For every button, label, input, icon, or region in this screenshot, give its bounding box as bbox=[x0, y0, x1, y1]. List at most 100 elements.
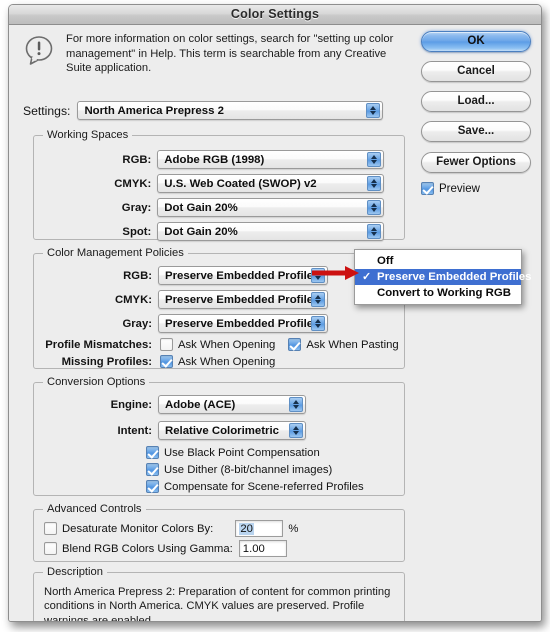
settings-popup[interactable]: North America Prepress 2 bbox=[77, 101, 384, 120]
black-point-compensation-row[interactable]: Use Black Point Compensation bbox=[146, 446, 320, 459]
scene-referred-checkbox[interactable] bbox=[146, 480, 159, 493]
ok-button[interactable]: OK bbox=[421, 31, 531, 52]
advanced-controls-legend: Advanced Controls bbox=[43, 503, 146, 515]
color-settings-dialog: Color Settings For more information on c… bbox=[8, 4, 542, 622]
updown-arrows-icon bbox=[289, 423, 303, 438]
cmp-cmyk-popup[interactable]: Preserve Embedded Profiles bbox=[158, 290, 328, 309]
working-spaces-row-gray: Gray: Dot Gain 20% bbox=[34, 198, 384, 217]
cmp-rgb-popup[interactable]: Preserve Embedded Profiles bbox=[158, 266, 328, 285]
use-dither-row[interactable]: Use Dither (8-bit/channel images) bbox=[146, 463, 332, 476]
settings-popup-value: North America Prepress 2 bbox=[84, 104, 224, 117]
annotation-arrow-icon bbox=[312, 266, 359, 280]
cancel-button[interactable]: Cancel bbox=[421, 61, 531, 82]
ws-cmyk-value: U.S. Web Coated (SWOP) v2 bbox=[164, 177, 317, 190]
intent-value: Relative Colorimetric bbox=[165, 424, 279, 437]
cmp-gray-popup[interactable]: Preserve Embedded Profiles bbox=[158, 314, 328, 333]
save-button[interactable]: Save... bbox=[421, 121, 531, 142]
description-text: North America Prepress 2: Preparation of… bbox=[44, 586, 391, 622]
blend-gamma-value: 1.00 bbox=[242, 542, 265, 555]
working-spaces-row-cmyk: CMYK: U.S. Web Coated (SWOP) v2 bbox=[34, 174, 384, 193]
use-dither-label: Use Dither (8-bit/channel images) bbox=[164, 463, 333, 476]
black-point-compensation-checkbox[interactable] bbox=[146, 446, 159, 459]
cmp-rgb-label: RGB: bbox=[123, 269, 152, 282]
ws-spot-popup[interactable]: Dot Gain 20% bbox=[157, 222, 384, 241]
cmp-legend: Color Management Policies bbox=[43, 247, 188, 259]
ws-cmyk-label: CMYK: bbox=[114, 177, 152, 190]
cmp-cmyk-value: Preserve Embedded Profiles bbox=[165, 293, 320, 306]
intent-popup[interactable]: Relative Colorimetric bbox=[158, 421, 306, 440]
rgb-policy-popup-menu[interactable]: Off ✓ Preserve Embedded Profiles Convert… bbox=[354, 249, 531, 305]
working-spaces-row-rgb: RGB: Adobe RGB (1998) bbox=[34, 150, 384, 169]
cmp-gray-label: Gray: bbox=[122, 317, 152, 330]
conversion-options-group: Conversion Options Engine: Adobe (ACE) I… bbox=[33, 376, 405, 496]
preview-checkbox-row[interactable]: Preview bbox=[421, 182, 533, 195]
working-spaces-group: Working Spaces RGB: Adobe RGB (1998) CMY… bbox=[33, 129, 405, 241]
menu-item-off[interactable]: Off bbox=[355, 253, 521, 269]
desaturate-label: Desaturate Monitor Colors By: bbox=[62, 522, 214, 535]
updown-arrows-icon bbox=[311, 316, 325, 331]
cmp-gray-value: Preserve Embedded Profiles bbox=[165, 317, 320, 330]
intent-label: Intent: bbox=[117, 424, 152, 437]
fewer-options-button[interactable]: Fewer Options bbox=[421, 152, 531, 173]
dialog-button-column: OK Cancel Load... Save... Fewer Options … bbox=[421, 31, 533, 195]
desaturate-input[interactable]: 20 bbox=[235, 520, 284, 537]
engine-row: Engine: Adobe (ACE) bbox=[34, 395, 306, 414]
ws-gray-label: Gray: bbox=[121, 201, 152, 214]
updown-arrows-icon bbox=[367, 200, 381, 215]
profile-mismatches-label: Profile Mismatches: bbox=[45, 338, 152, 351]
blend-gamma-row: Blend RGB Colors Using Gamma: 1.00 bbox=[44, 540, 287, 557]
preview-checkbox[interactable] bbox=[421, 182, 434, 195]
updown-arrows-icon bbox=[367, 176, 381, 191]
updown-arrows-icon bbox=[311, 292, 325, 307]
engine-label: Engine: bbox=[110, 398, 152, 411]
blend-gamma-checkbox[interactable] bbox=[44, 542, 57, 555]
updown-arrows-icon bbox=[367, 152, 381, 167]
cmp-row-cmyk: CMYK: Preserve Embedded Profiles bbox=[34, 290, 328, 309]
pm-ask-opening-label: Ask When Opening bbox=[178, 338, 276, 351]
advanced-controls-group: Advanced Controls Desaturate Monitor Col… bbox=[33, 503, 405, 562]
pm-ask-pasting-label: Ask When Pasting bbox=[306, 338, 399, 351]
cmp-cmyk-label: CMYK: bbox=[114, 293, 152, 306]
ws-rgb-popup[interactable]: Adobe RGB (1998) bbox=[157, 150, 384, 169]
preview-label: Preview bbox=[439, 182, 480, 195]
updown-arrows-icon bbox=[366, 103, 381, 118]
info-header: For more information on color settings, … bbox=[21, 31, 411, 83]
info-text: For more information on color settings, … bbox=[66, 33, 394, 75]
dialog-body: For more information on color settings, … bbox=[9, 25, 541, 622]
updown-arrows-icon bbox=[289, 397, 303, 412]
working-spaces-row-spot: Spot: Dot Gain 20% bbox=[34, 222, 384, 241]
load-button[interactable]: Load... bbox=[421, 91, 531, 112]
pm-ask-pasting-checkbox[interactable] bbox=[288, 338, 302, 351]
ws-gray-popup[interactable]: Dot Gain 20% bbox=[157, 198, 384, 217]
engine-value: Adobe (ACE) bbox=[165, 398, 236, 411]
description-legend: Description bbox=[43, 566, 107, 578]
blend-gamma-label: Blend RGB Colors Using Gamma: bbox=[62, 542, 233, 555]
missing-profiles-label: Missing Profiles: bbox=[61, 355, 152, 368]
settings-row: Settings: North America Prepress 2 bbox=[23, 101, 384, 120]
ws-cmyk-popup[interactable]: U.S. Web Coated (SWOP) v2 bbox=[157, 174, 384, 193]
desaturate-row: Desaturate Monitor Colors By: 20 % bbox=[44, 520, 298, 537]
cmp-row-gray: Gray: Preserve Embedded Profiles bbox=[34, 314, 328, 333]
ws-spot-value: Dot Gain 20% bbox=[164, 225, 238, 238]
cmp-rgb-value: Preserve Embedded Profiles bbox=[165, 269, 320, 282]
use-dither-checkbox[interactable] bbox=[146, 463, 159, 476]
mp-ask-opening-checkbox[interactable] bbox=[160, 355, 173, 368]
checkmark-icon: ✓ bbox=[362, 271, 372, 283]
cmp-row-rgb: RGB: Preserve Embedded Profiles bbox=[34, 266, 328, 285]
description-group: Description North America Prepress 2: Pr… bbox=[33, 566, 405, 622]
scene-referred-row[interactable]: Compensate for Scene-referred Profiles bbox=[146, 480, 364, 493]
pm-ask-opening-checkbox[interactable] bbox=[160, 338, 173, 351]
ws-rgb-label: RGB: bbox=[122, 153, 152, 166]
desaturate-value: 20 bbox=[239, 522, 254, 535]
dialog-title: Color Settings bbox=[230, 7, 320, 21]
desaturate-checkbox[interactable] bbox=[44, 522, 57, 535]
menu-item-preserve-embedded-profiles[interactable]: ✓ Preserve Embedded Profiles bbox=[355, 269, 531, 285]
working-spaces-legend: Working Spaces bbox=[43, 129, 133, 141]
menu-item-convert-to-working-rgb[interactable]: Convert to Working RGB bbox=[355, 285, 521, 301]
engine-popup[interactable]: Adobe (ACE) bbox=[158, 395, 306, 414]
settings-label: Settings: bbox=[23, 103, 71, 118]
scene-referred-label: Compensate for Scene-referred Profiles bbox=[164, 480, 364, 493]
missing-profiles-row: Missing Profiles: Ask When Opening bbox=[34, 355, 275, 368]
blend-gamma-input[interactable]: 1.00 bbox=[238, 540, 287, 557]
ws-gray-value: Dot Gain 20% bbox=[164, 201, 238, 214]
